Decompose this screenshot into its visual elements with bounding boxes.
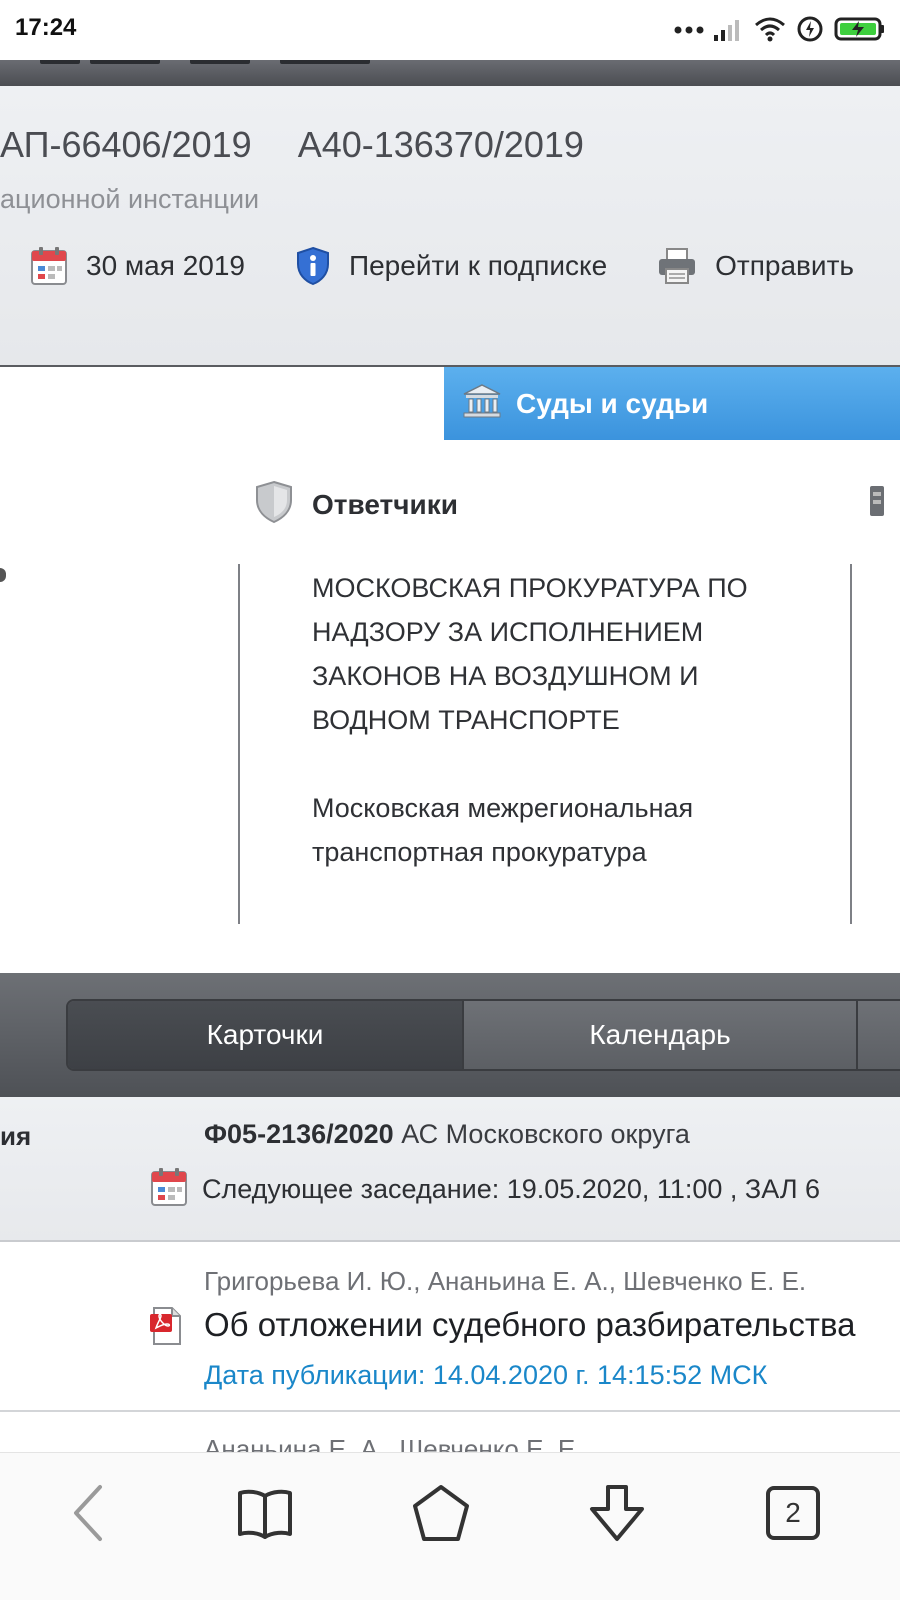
tab-cut-off[interactable] — [856, 1001, 900, 1069]
home-icon[interactable] — [381, 1453, 501, 1573]
session-row[interactable]: ия Ф05-2136/2020 АС Московского округа С… — [0, 1097, 900, 1242]
first-instance-case-number[interactable]: А40-136370/2019 — [298, 124, 584, 165]
appeal-case-number[interactable]: АП-66406/2019 — [0, 124, 252, 165]
status-time: 17:24 — [15, 14, 77, 41]
defendants-title: Ответчики — [312, 488, 458, 520]
back-icon[interactable] — [28, 1453, 148, 1573]
tab-calendar[interactable]: Календарь — [462, 1001, 856, 1069]
defendant-1[interactable]: МОСКОВСКАЯ ПРОКУРАТУРА ПО НАДЗОРУ ЗА ИСП… — [312, 566, 832, 742]
courts-and-judges-tab[interactable]: Суды и судьи — [444, 367, 900, 440]
case-numbers: АП-66406/2019 А40-136370/2019 — [0, 124, 620, 166]
defendant-2-line-2: транспортная прокуратура — [312, 837, 647, 867]
date-action[interactable]: 30 мая 2019 — [30, 246, 245, 286]
info-shield-icon — [295, 246, 331, 286]
pdf-icon[interactable] — [148, 1306, 184, 1351]
next-meeting: Следующее заседание: 19.05.2020, 11:00 ,… — [150, 1167, 820, 1212]
session-left-label: ия — [0, 1121, 32, 1151]
downloads-icon[interactable] — [557, 1453, 677, 1573]
tabs-count: 2 — [785, 1497, 801, 1528]
subscribe-label: Перейти к подписке — [348, 250, 608, 281]
wifi-icon — [754, 16, 786, 47]
send-label: Отправить — [715, 250, 854, 281]
dots-icon — [674, 22, 704, 40]
document-title[interactable]: Об отложении судебного разбирательства — [204, 1306, 856, 1344]
case-actions: 30 мая 2019 Перейти к подписке Отправить — [30, 244, 900, 288]
defendant-2[interactable]: Московская межрегиональная транспортная … — [312, 786, 832, 874]
case-header: АП-66406/2019 А40-136370/2019 ационной и… — [0, 86, 900, 367]
column-divider-right — [850, 564, 852, 924]
case-date: 30 мая 2019 — [86, 250, 245, 281]
column-divider-left — [238, 564, 240, 924]
next-meeting-text: Следующее заседание: 19.05.2020, 11:00 ,… — [202, 1174, 821, 1204]
browser-bottom-bar: 2 — [0, 1452, 900, 1600]
instance-label: ационной инстанции — [0, 184, 260, 214]
subscribe-action[interactable]: Перейти к подписке — [295, 246, 607, 286]
session-case-number[interactable]: Ф05-2136/2020 — [204, 1119, 394, 1149]
status-icons — [674, 14, 886, 48]
send-action[interactable]: Отправить — [657, 247, 854, 285]
view-tabs: Карточки Календарь — [66, 999, 900, 1071]
left-partial-marker — [0, 568, 6, 582]
shield-icon — [254, 480, 294, 529]
calendar-icon — [30, 246, 68, 286]
site-header-strip — [0, 60, 900, 86]
document-publication-date: Дата публикации: 14.04.2020 г. 14:15:52 … — [204, 1360, 768, 1390]
document-judges: Григорьева И. Ю., Ананьина Е. А., Шевчен… — [204, 1266, 807, 1296]
courthouse-icon — [462, 383, 502, 424]
status-bar: 17:24 — [0, 0, 900, 60]
battery-charging-icon — [834, 16, 886, 47]
printer-icon — [657, 247, 697, 285]
data-saver-icon — [796, 15, 824, 48]
defendant-1-line-2: НАДЗОРУ ЗА ИСПОЛНЕНИЕМ — [312, 617, 704, 647]
document-row[interactable]: Григорьева И. Ю., Ананьина Е. А., Шевчен… — [0, 1242, 900, 1412]
defendant-1-line-1: МОСКОВСКАЯ ПРОКУРАТУРА ПО — [312, 573, 748, 603]
calendar-icon — [150, 1167, 188, 1212]
defendant-1-line-3: ЗАКОНОВ НА ВОЗДУШНОМ И — [312, 661, 699, 691]
bookmarks-icon[interactable] — [205, 1453, 325, 1573]
view-tabs-band: Карточки Календарь — [0, 973, 900, 1097]
screen: 17:24 АП-66406/2019 А40-136370/2019 ацио… — [0, 0, 900, 1600]
tabs-icon[interactable]: 2 — [733, 1453, 853, 1573]
cut-off-icon — [866, 484, 886, 518]
signal-icon — [714, 17, 744, 46]
defendant-1-line-4: ВОДНОМ ТРАНСПОРТЕ — [312, 705, 620, 735]
defendants-heading: Ответчики — [254, 480, 458, 529]
session-case-line: Ф05-2136/2020 АС Московского округа — [204, 1119, 690, 1150]
tab-cards[interactable]: Карточки — [68, 1001, 462, 1069]
courts-tab-label: Суды и судьи — [516, 387, 709, 419]
session-court: АС Московского округа — [401, 1119, 690, 1149]
defendant-2-line-1: Московская межрегиональная — [312, 793, 694, 823]
